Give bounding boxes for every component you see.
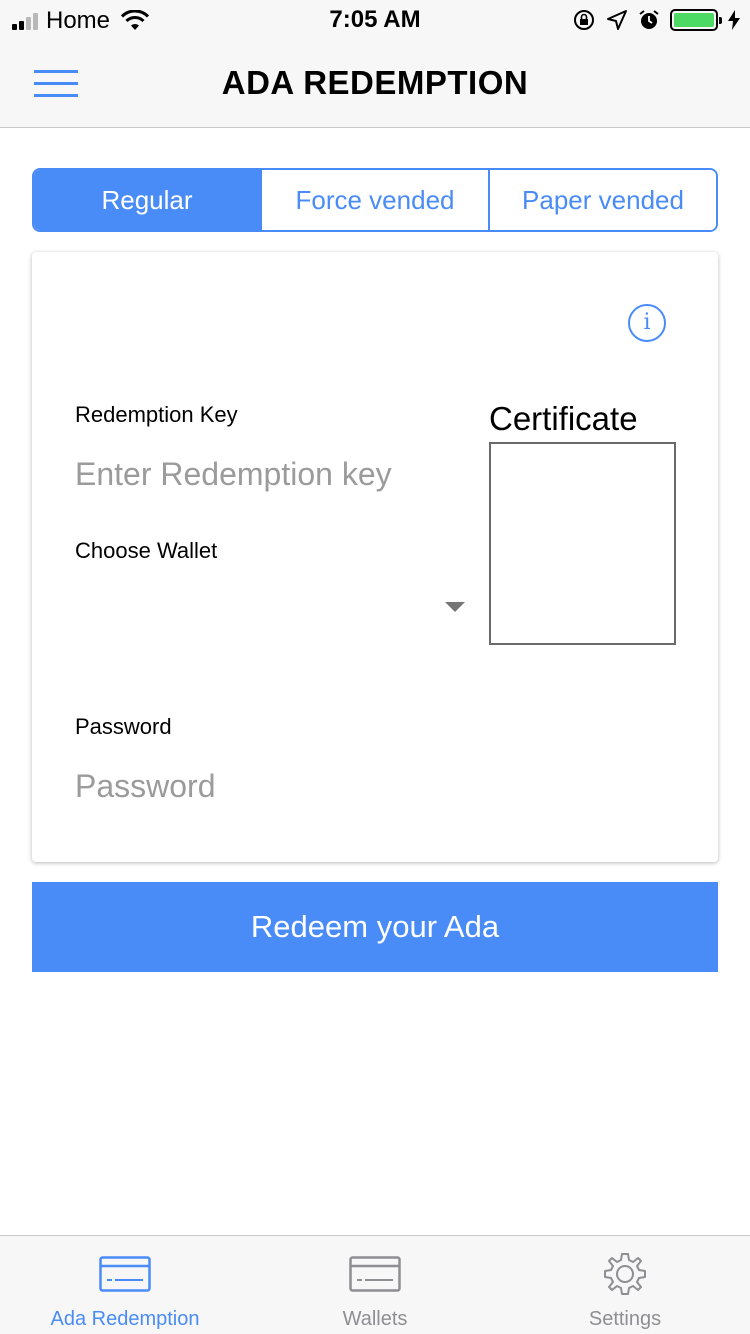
password-input[interactable] <box>75 762 455 810</box>
tab-bar-label-settings: Settings <box>588 1308 662 1330</box>
tab-force-vended[interactable]: Force vended <box>260 170 488 230</box>
status-bar: Home 7:05 AM <box>0 0 750 40</box>
tab-bar-label-ada-redemption: Ada Redemption <box>50 1308 200 1330</box>
certificate-label: Certificate <box>489 400 638 437</box>
redemption-type-tabs: Regular Force vended Paper vended <box>32 168 718 232</box>
password-label: Password <box>75 714 172 739</box>
tab-bar-item-ada-redemption[interactable]: Ada Redemption <box>0 1236 250 1334</box>
alarm-clock-icon <box>639 10 659 29</box>
choose-wallet-label: Choose Wallet <box>75 538 218 563</box>
tab-regular[interactable]: Regular <box>34 170 260 230</box>
certificate-upload-box[interactable] <box>489 442 676 645</box>
battery-icon <box>670 9 722 31</box>
tab-paper-vended[interactable]: Paper vended <box>488 170 716 230</box>
tab-bar-label-wallets: Wallets <box>342 1308 408 1330</box>
orientation-lock-icon <box>574 10 594 30</box>
redemption-key-label: Redemption Key <box>75 402 238 427</box>
dropdown-arrow-icon <box>445 602 465 612</box>
location-arrow-icon <box>607 10 627 30</box>
tab-bar-item-wallets[interactable]: Wallets <box>250 1236 500 1334</box>
redemption-form-card: i Redemption Key Choose Wallet Password … <box>32 252 718 862</box>
navigation-bar: ADA REDEMPTION <box>0 40 750 128</box>
tab-bar-item-settings[interactable]: Settings <box>500 1236 750 1334</box>
wallet-card-icon <box>349 1256 401 1292</box>
status-right <box>572 8 740 32</box>
redemption-key-input[interactable] <box>75 450 455 498</box>
card-icon <box>99 1256 151 1292</box>
gear-icon <box>604 1253 646 1295</box>
choose-wallet-dropdown[interactable] <box>75 582 465 630</box>
bottom-tab-bar: Ada Redemption Wallets Settings <box>0 1235 750 1334</box>
info-icon[interactable]: i <box>628 304 666 342</box>
page-title: ADA REDEMPTION <box>221 64 529 101</box>
charging-bolt-icon <box>728 10 740 30</box>
redeem-ada-button[interactable]: Redeem your Ada <box>32 882 718 972</box>
